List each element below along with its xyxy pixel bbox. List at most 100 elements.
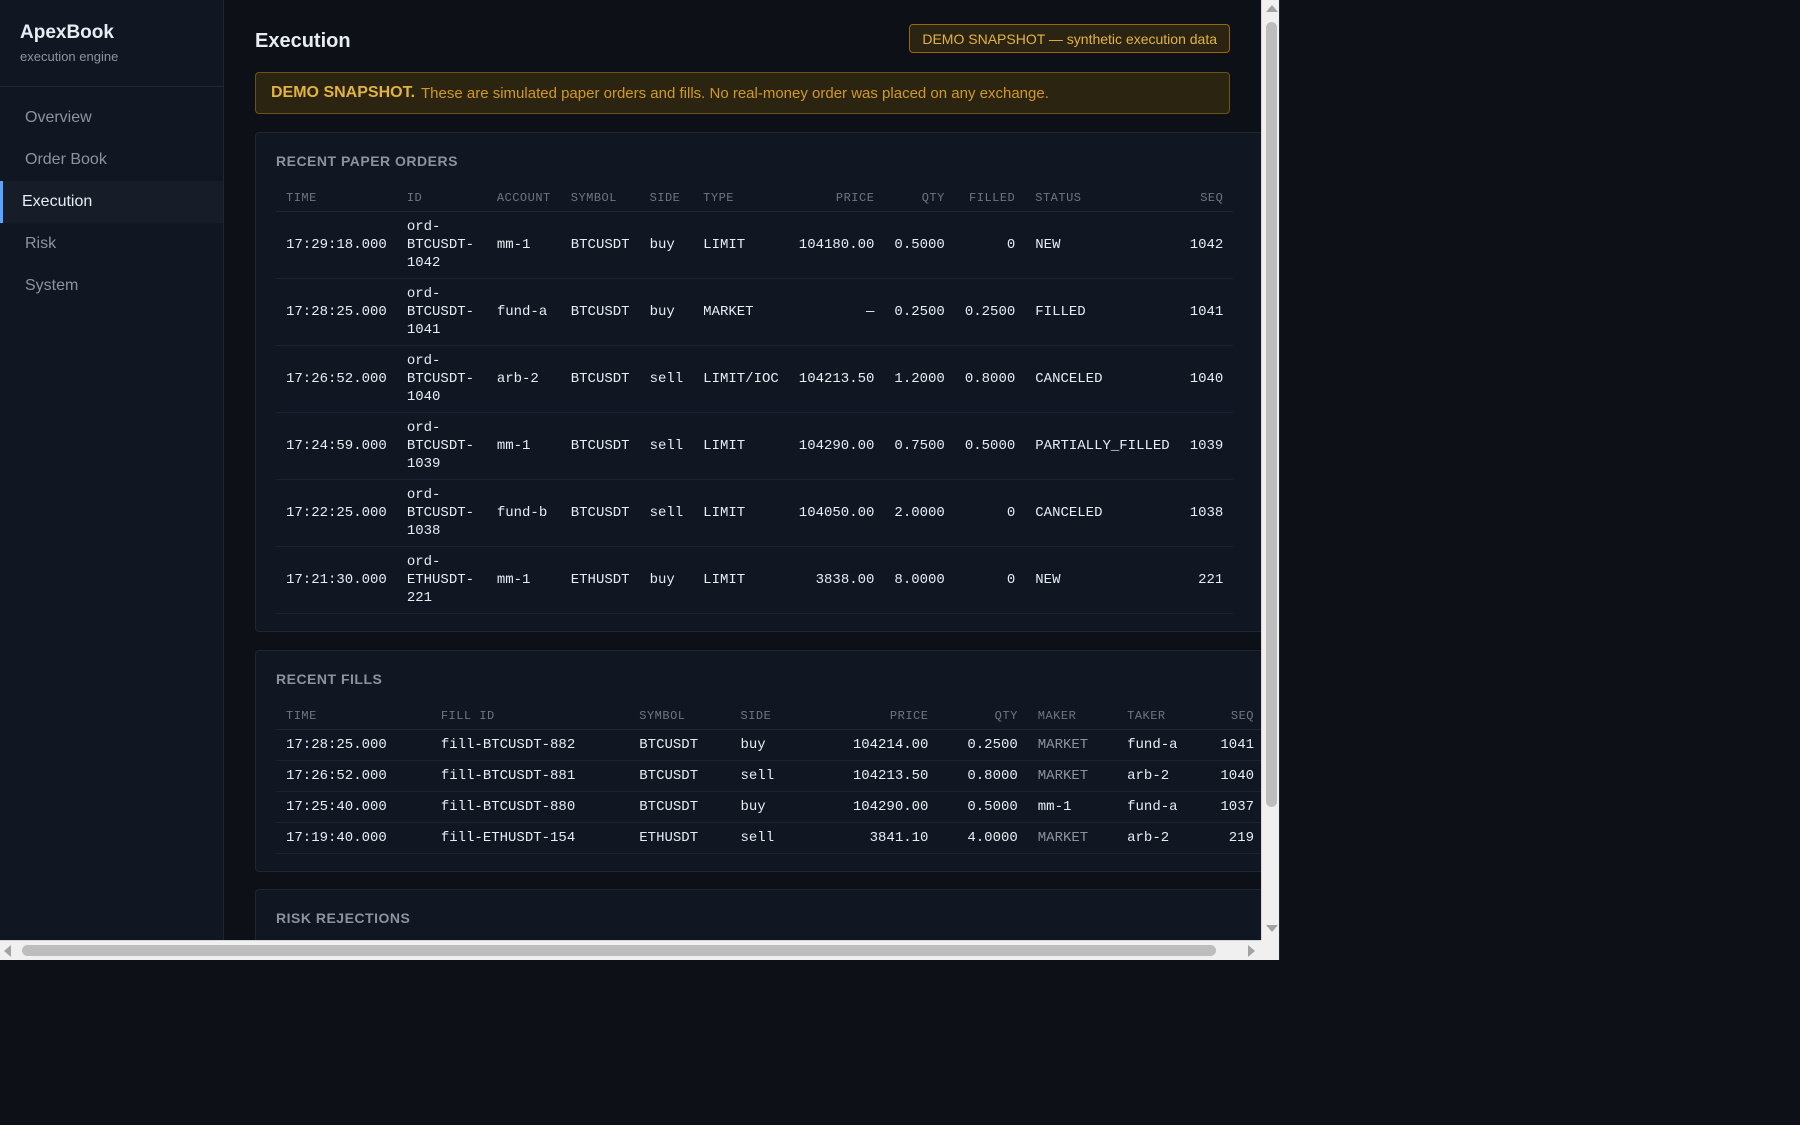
order-type: LIMIT [693,479,789,547]
order-id: ord- BTCUSDT- 1038 [396,479,487,547]
scroll-up-arrow-icon[interactable] [1266,5,1278,12]
brand: ApexBook execution engine [0,0,223,87]
col-maker: MAKER [1027,703,1118,730]
order-id-part: 1038 [406,522,441,539]
main-content: Execution DEMO SNAPSHOT — synthetic exec… [225,0,1261,940]
sidebar-item-risk[interactable]: Risk [0,223,223,265]
order-status: PARTIALLY_FILLED [1025,412,1180,480]
order-id-part: BTCUSDT- [406,504,475,521]
horizontal-scrollbar[interactable] [0,940,1261,960]
sidebar-item-overview[interactable]: Overview [0,97,223,139]
order-side: sell [639,412,694,480]
order-id-part: ord- [406,553,441,570]
fill-maker: MARKET [1027,729,1118,761]
order-symbol: ETHUSDT [560,546,640,614]
app-window: ApexBook execution engine Overview Order… [0,0,1280,960]
fill-symbol: BTCUSDT [629,760,731,792]
table-row: 17:29:18.000 ord- BTCUSDT- 1042 mm-1 BTCUS… [276,211,1234,279]
col-time: TIME [276,185,397,212]
demo-badge: DEMO SNAPSHOT — synthetic execution data [909,24,1230,53]
table-row: 17:28:25.000 fill-BTCUSDT-882 BTCUSDT bu… [276,729,1261,761]
order-symbol: BTCUSDT [560,479,640,547]
orders-panel: RECENT PAPER ORDERS TIME ID ACCOUNT SYMB… [255,132,1261,632]
scroll-right-arrow-icon[interactable] [1248,945,1255,957]
table-row: 17:21:30.000 ord- ETHUSDT- 221 mm-1 ETHUSD… [276,546,1234,614]
order-filled: 0 [954,211,1026,279]
order-filled: 0.5000 [954,412,1026,480]
brand-title: ApexBook [20,22,114,43]
order-type: LIMIT [693,211,789,279]
fill-price: 3841.10 [799,822,939,854]
order-status: FILLED [1025,278,1180,346]
order-price: 104050.00 [788,479,885,547]
col-qty: QTY [884,185,955,212]
sidebar-nav: Overview Order Book Execution Risk Syste… [0,97,223,307]
col-price: PRICE [788,185,885,212]
page-header: Execution DEMO SNAPSHOT — synthetic exec… [255,24,1230,56]
vertical-scroll-thumb[interactable] [1266,22,1277,807]
sidebar-item-system[interactable]: System [0,265,223,307]
order-qty: 0.5000 [884,211,955,279]
sidebar-item-execution[interactable]: Execution [0,181,223,223]
order-status: NEW [1025,546,1180,614]
order-status: NEW [1025,211,1180,279]
fill-taker: fund-a [1117,791,1211,823]
col-seq: SEQ [1210,703,1261,730]
fill-seq: 219 [1210,822,1261,854]
order-time: 17:29:18.000 [276,211,397,279]
table-row: 17:24:59.000 ord- BTCUSDT- 1039 mm-1 BTCUS… [276,412,1234,480]
order-qty: 2.0000 [884,479,955,547]
order-status: CANCELED [1025,345,1180,413]
order-id: ord- BTCUSDT- 1042 [396,211,487,279]
table-row: 17:26:52.000 fill-BTCUSDT-881 BTCUSDT se… [276,760,1261,792]
fill-id: fill-ETHUSDT-154 [430,822,630,854]
table-row: 17:25:40.000 fill-BTCUSDT-880 BTCUSDT bu… [276,791,1261,823]
order-time: 17:21:30.000 [276,546,397,614]
col-seq: SEQ [1179,185,1234,212]
orders-header-row: TIME ID ACCOUNT SYMBOL SIDE TYPE PRICE Q… [276,185,1234,212]
demo-warning-banner: DEMO SNAPSHOT. These are simulated paper… [255,72,1230,114]
order-id-part: BTCUSDT- [406,303,475,320]
order-account: mm-1 [486,546,561,614]
order-price: — [788,278,885,346]
fill-side: sell [730,822,800,854]
fill-seq: 1040 [1210,760,1261,792]
order-price: 3838.00 [788,546,885,614]
fill-qty: 4.0000 [938,822,1028,854]
orders-panel-title: RECENT PAPER ORDERS [276,153,458,169]
order-qty: 8.0000 [884,546,955,614]
order-id-part: 1041 [406,321,441,338]
order-type: LIMIT [693,412,789,480]
order-account: fund-a [486,278,561,346]
order-seq: 1041 [1179,278,1234,346]
order-side: sell [639,479,694,547]
fills-header-row: TIME FILL ID SYMBOL SIDE PRICE QTY MAKER… [276,703,1261,730]
fill-seq: 1041 [1210,729,1261,761]
col-symbol: SYMBOL [560,185,640,212]
scroll-down-arrow-icon[interactable] [1266,925,1278,932]
fill-id: fill-BTCUSDT-881 [430,760,630,792]
order-seq: 1040 [1179,345,1234,413]
sidebar-item-order-book[interactable]: Order Book [0,139,223,181]
fill-side: buy [730,791,800,823]
order-seq: 1039 [1179,412,1234,480]
vertical-scrollbar[interactable] [1261,0,1279,940]
fill-price: 104290.00 [799,791,939,823]
order-id: ord- BTCUSDT- 1039 [396,412,487,480]
order-side: buy [639,211,694,279]
order-time: 17:22:25.000 [276,479,397,547]
order-account: arb-2 [486,345,561,413]
banner-strong: DEMO SNAPSHOT. [271,84,416,101]
scroll-left-arrow-icon[interactable] [4,945,11,957]
fill-maker: MARKET [1027,760,1118,792]
order-type: LIMIT/IOC [693,345,789,413]
col-qty: QTY [938,703,1028,730]
brand-subtitle: execution engine [20,49,119,64]
page-title: Execution [255,30,351,52]
fills-table: TIME FILL ID SYMBOL SIDE PRICE QTY MAKER… [276,703,1261,854]
horizontal-scroll-thumb[interactable] [22,945,1216,956]
col-type: TYPE [693,185,789,212]
fill-maker: mm-1 [1027,791,1118,823]
order-id-part: BTCUSDT- [406,437,475,454]
order-account: mm-1 [486,412,561,480]
